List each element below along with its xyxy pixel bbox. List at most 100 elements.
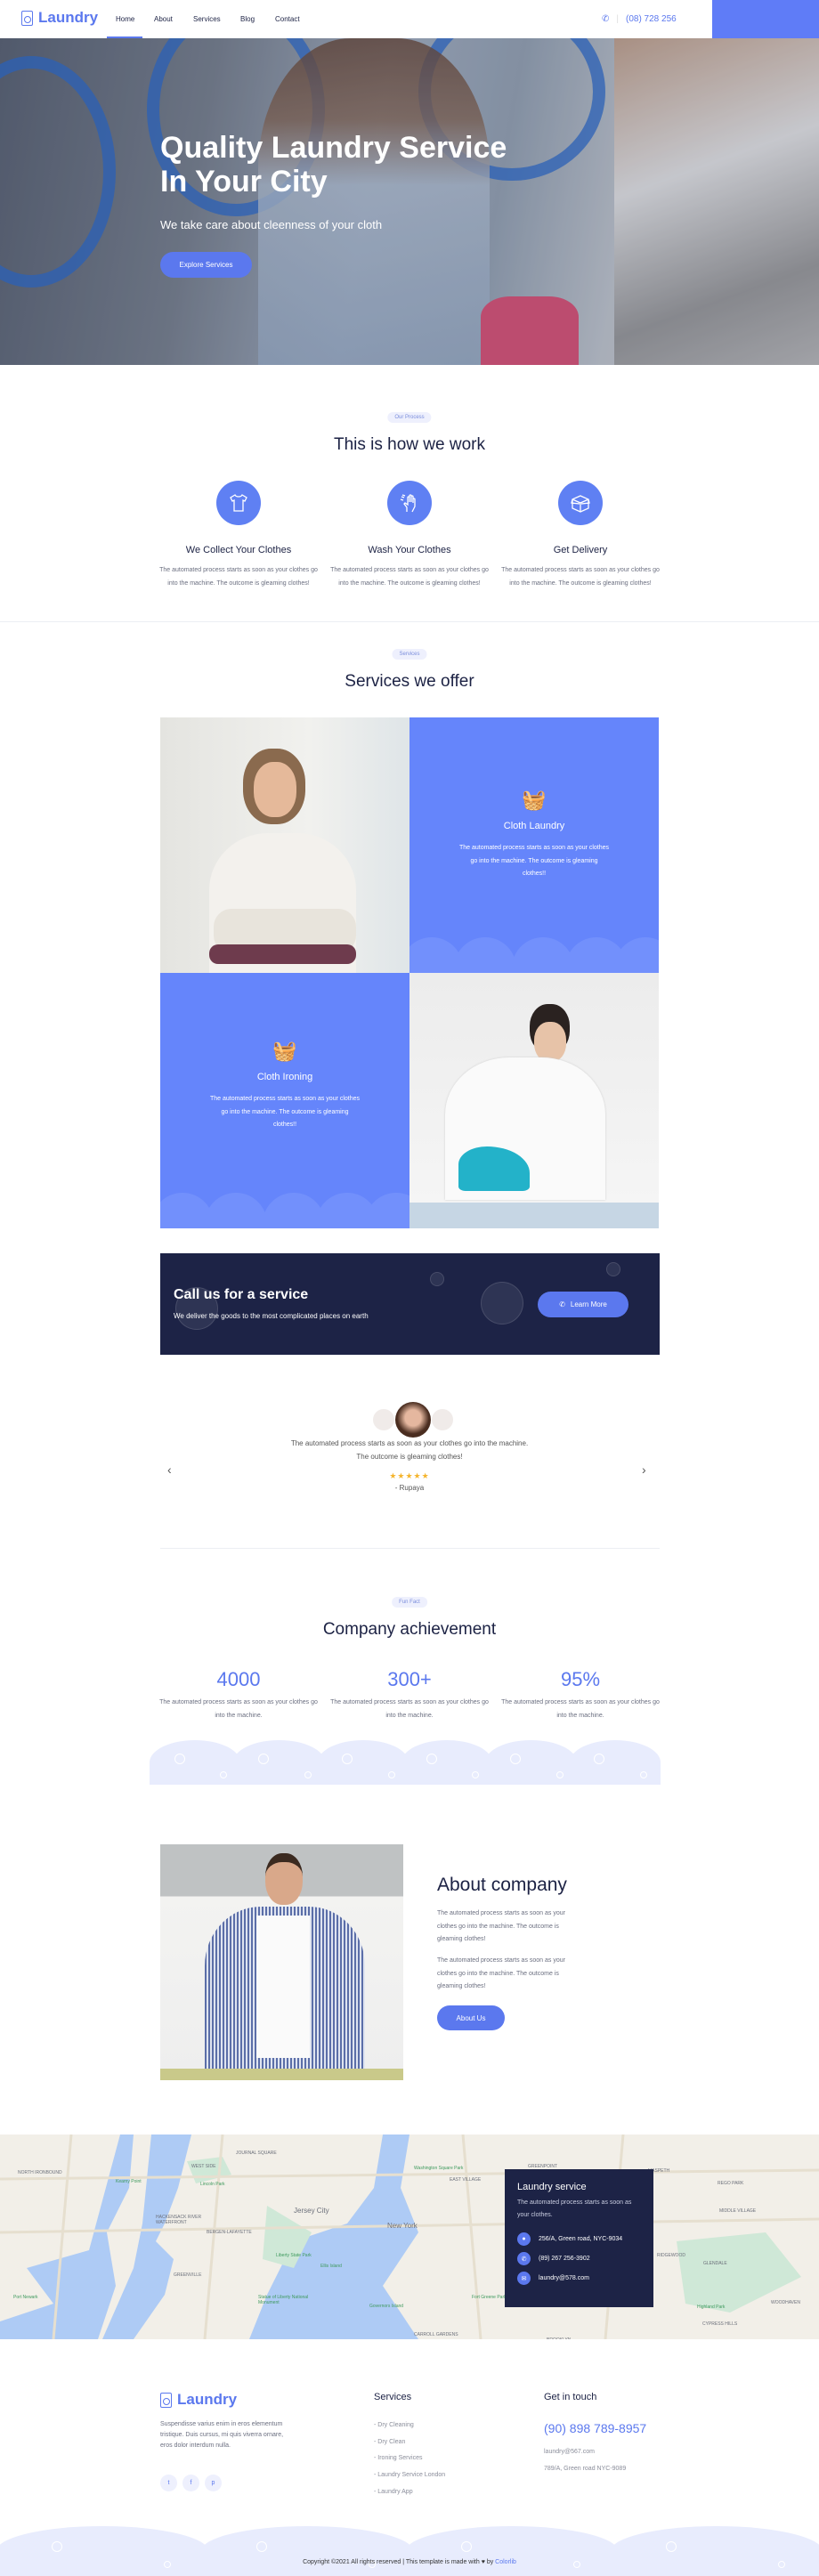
process-step: We Collect Your Clothes The automated pro… xyxy=(158,481,319,590)
footer-logo[interactable]: Laundry xyxy=(160,2391,237,2409)
chevron-right-icon[interactable]: › xyxy=(642,1462,646,1477)
phone-icon: ✆ xyxy=(517,2252,531,2265)
footer-email[interactable]: laundry@567.com xyxy=(544,2449,595,2455)
stat-item: 300+ The automated process starts as soon… xyxy=(330,1668,489,1719)
pinterest-icon[interactable]: p xyxy=(205,2475,222,2491)
footer-description: Suspendisse varius enim in eros elementu… xyxy=(160,2421,284,2449)
phone-row[interactable]: ✆ (89) 267 256-3902 xyxy=(517,2252,641,2265)
map-label: RIDGEWOOD xyxy=(657,2253,685,2258)
service-card-cloth-laundry[interactable]: 🧺 Cloth Laundry The automated process st… xyxy=(410,717,659,973)
nav-contact[interactable]: Contact xyxy=(275,15,300,23)
service-image-laundry-woman xyxy=(160,717,410,973)
map-label: BROOKLYN xyxy=(547,2337,571,2339)
explore-services-button[interactable]: Explore Services xyxy=(160,252,252,278)
bubble xyxy=(255,2540,267,2552)
about-image xyxy=(160,1844,403,2080)
footer-link[interactable]: - Laundry App xyxy=(374,2489,413,2495)
bubble xyxy=(460,2540,472,2552)
section-badge: Services xyxy=(392,649,427,660)
nav-home[interactable]: Home xyxy=(116,15,134,23)
map-label: HACKENSACK RIVER WATERFRONT xyxy=(156,2215,202,2225)
map-label: Jersey City xyxy=(294,2207,329,2215)
footer-link[interactable]: - Ironing Services xyxy=(374,2455,422,2461)
avatar[interactable] xyxy=(432,1409,453,1430)
map-label: Statue of Liberty National Monument xyxy=(258,2295,309,2305)
chevron-left-icon[interactable]: ‹ xyxy=(167,1462,172,1477)
footer-link[interactable]: - Dry Cleaning xyxy=(374,2422,414,2428)
hand-wash-icon xyxy=(387,481,432,525)
washing-machine-icon xyxy=(21,10,33,26)
bubble-arc xyxy=(485,1740,577,1785)
footer-link[interactable]: - Laundry Service London xyxy=(374,2472,445,2478)
bubble xyxy=(509,1754,521,1764)
email-row[interactable]: ✉ laundry@578.com xyxy=(517,2272,641,2285)
map-label: Ellis Island xyxy=(320,2264,342,2269)
nav-services[interactable]: Services xyxy=(193,15,221,23)
hero-subtitle: We take care about cleenness of your clo… xyxy=(160,218,383,231)
cta-banner: Call us for a service We deliver the goo… xyxy=(160,1253,660,1355)
bubble-arc xyxy=(317,1740,409,1785)
map-label: CARROLL GARDENS xyxy=(414,2332,458,2337)
header-phone[interactable]: ✆ | (08) 728 256 xyxy=(602,14,677,24)
phone-icon: ✆ xyxy=(602,14,610,24)
avatar[interactable] xyxy=(373,1409,394,1430)
hero: Quality Laundry Service In Your City We … xyxy=(0,38,819,365)
bubble xyxy=(555,1771,564,1778)
map-label: Washington Square Park xyxy=(414,2166,464,2171)
divider xyxy=(160,1548,660,1549)
logo[interactable]: Laundry xyxy=(21,9,98,27)
map-label: JOURNAL SQUARE xyxy=(236,2151,277,2156)
about-title: About company xyxy=(437,1875,567,1895)
nav-about[interactable]: About xyxy=(154,15,173,23)
heart-icon: ♥ xyxy=(481,2559,485,2565)
testimonial-author: - Rupaya xyxy=(394,1484,425,1492)
map-label: WEST SIDE xyxy=(191,2164,216,2169)
map-label: Kearny Point xyxy=(116,2179,142,2184)
star-rating: ★★★★★ xyxy=(389,1471,430,1480)
map-label: GLENDALE xyxy=(703,2261,727,2266)
colorlib-link[interactable]: Colorlib xyxy=(495,2559,516,2565)
nav-blog[interactable]: Blog xyxy=(240,15,255,23)
bubble-arc xyxy=(233,1740,325,1785)
address-row: ● 256/A, Green road, NYC-9034 xyxy=(517,2232,641,2246)
map-label: NORTH IRONBOUND xyxy=(18,2170,62,2175)
process-step: Get Delivery The automated process starts… xyxy=(500,481,661,590)
bubble-arc xyxy=(406,2526,618,2576)
corner-block xyxy=(712,0,819,38)
map-canvas[interactable] xyxy=(0,2135,819,2339)
map-label: Liberty State Park xyxy=(276,2253,312,2258)
map[interactable]: NORTH IRONBOUND Kearny Point JOURNAL SQUAR… xyxy=(0,2135,819,2339)
learn-more-button[interactable]: ✆ Learn More xyxy=(538,1292,628,1317)
bubble xyxy=(426,1754,437,1764)
washing-machine-icon xyxy=(160,2392,172,2408)
laundry-basket-icon: 🧺 xyxy=(272,1040,297,1062)
avatar-active[interactable] xyxy=(395,1402,431,1438)
map-label: Port Newark xyxy=(13,2295,38,2300)
copyright: Copyright ©2021 All rights reserved | Th… xyxy=(303,2559,516,2565)
map-label: CYPRESS HILLS xyxy=(702,2321,738,2327)
footer-phone[interactable]: (90) 898 789-8957 xyxy=(544,2421,646,2435)
footer-contact-title: Get in touch xyxy=(544,2392,597,2402)
section-badge: Fun Fact xyxy=(392,1597,427,1608)
map-label: MIDDLE VILLAGE xyxy=(719,2208,757,2214)
section-badge: Our Process xyxy=(387,412,432,423)
facebook-icon[interactable]: f xyxy=(182,2475,199,2491)
bubble-arc xyxy=(0,2526,208,2576)
cta-title: Call us for a service xyxy=(174,1287,309,1302)
map-label: GREENVILLE xyxy=(174,2272,202,2278)
tshirt-icon xyxy=(216,481,261,525)
section-title: This is how we work xyxy=(334,435,485,454)
service-card-cloth-ironing[interactable]: 🧺 Cloth Ironing The automated process st… xyxy=(160,973,410,1228)
service-image-ironing-woman xyxy=(410,973,659,1228)
footer-services-title: Services xyxy=(374,2392,412,2402)
map-label: Governors Island xyxy=(369,2304,404,2309)
bubble-arc xyxy=(150,1740,241,1785)
footer-address: 789/A, Green road NYC-9089 xyxy=(544,2466,627,2472)
about-us-button[interactable]: About Us xyxy=(437,2005,505,2030)
footer-link[interactable]: - Dry Clean xyxy=(374,2439,405,2445)
bubble xyxy=(174,1754,185,1764)
twitter-icon[interactable]: t xyxy=(160,2475,177,2491)
stat-item: 95% The automated process starts as soon … xyxy=(501,1668,660,1719)
cta-subtitle: We deliver the goods to the most complic… xyxy=(174,1312,369,1320)
section-title: Company achievement xyxy=(322,1620,497,1639)
